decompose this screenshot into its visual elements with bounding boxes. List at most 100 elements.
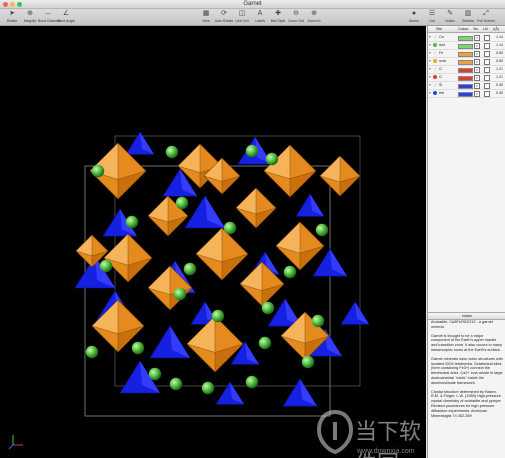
column-header[interactable]: Vis — [473, 27, 478, 31]
label-checkbox[interactable] — [484, 83, 490, 89]
atom-table-header: Site Colour Vis Lbl r(Å) — [428, 26, 505, 33]
color-swatch[interactable] — [458, 92, 473, 97]
visible-checkbox[interactable]: ✓ — [474, 35, 480, 41]
ca-sphere — [85, 345, 99, 359]
atom-row[interactable]: ▾ Si ✓ 0.40 — [428, 82, 505, 90]
labels-button[interactable]: A Labels — [250, 10, 270, 24]
atom-radius[interactable]: 0.69 — [496, 59, 503, 63]
atom-row[interactable]: ▾ O ✓ 1.21 — [428, 66, 505, 74]
crystal-structure-render[interactable] — [0, 26, 426, 458]
disclosure-triangle-icon[interactable]: ▾ — [429, 75, 431, 79]
zoom-in-button[interactable]: ⊕ Zoom In — [304, 10, 324, 24]
select-arrow-button[interactable]: ➤ Rotate — [2, 10, 22, 24]
atom-radius[interactable]: 1.21 — [496, 67, 503, 71]
watermark: 当下软件园 www.downxia.com — [315, 406, 425, 458]
label-checkbox[interactable] — [484, 91, 490, 97]
label-checkbox[interactable] — [484, 43, 490, 49]
label-checkbox[interactable] — [484, 35, 490, 41]
visible-checkbox[interactable]: ✓ — [474, 59, 480, 65]
ca-sphere — [183, 262, 197, 276]
ca-sphere — [125, 215, 139, 229]
toolbar-label: Zoom In — [307, 19, 321, 23]
disclosure-triangle-icon[interactable]: ▾ — [429, 91, 431, 95]
atom-radius[interactable]: 1.21 — [496, 75, 503, 79]
label-checkbox[interactable] — [484, 51, 490, 57]
atom-row[interactable]: ▾ tetr ✓ 0.40 — [428, 90, 505, 98]
toolbar-label: Atoms — [409, 19, 419, 23]
atoms-button[interactable]: ● Atoms — [404, 10, 424, 24]
disclosure-triangle-icon[interactable]: ▾ — [429, 43, 431, 47]
visible-checkbox[interactable]: ✓ — [474, 83, 480, 89]
atom-radius[interactable]: 1.14 — [496, 43, 503, 47]
atom-row[interactable]: ▾ Fe ✓ 0.69 — [428, 50, 505, 58]
color-swatch[interactable] — [458, 68, 473, 73]
notes-paragraph: Crystal structure determined by Hazen, R… — [431, 389, 502, 418]
color-swatch[interactable] — [458, 52, 473, 57]
atom-row[interactable]: ▾ octa ✓ 0.69 — [428, 58, 505, 66]
atom-name: dod — [439, 43, 445, 47]
atom-radius[interactable]: 1.14 — [496, 35, 503, 39]
lists-button[interactable]: ☰ List — [422, 10, 442, 24]
visible-checkbox[interactable]: ✓ — [474, 43, 480, 49]
toolbar-label: Bond Distance — [38, 19, 61, 23]
sidebar-button[interactable]: ▥ Sidebar — [458, 10, 478, 24]
ca-sphere — [211, 309, 225, 323]
label-checkbox[interactable] — [484, 75, 490, 81]
ca-sphere — [201, 381, 215, 395]
label-checkbox[interactable] — [484, 67, 490, 73]
atom-row[interactable]: ▾ dod ✓ 1.14 — [428, 42, 505, 50]
label-checkbox[interactable] — [484, 59, 490, 65]
zoom-button[interactable]: ⊕ Magnify — [20, 10, 40, 24]
column-header[interactable]: Colour — [458, 27, 469, 31]
ca-sphere — [91, 164, 105, 178]
atom-color-dot — [433, 83, 437, 87]
column-header[interactable]: Lbl — [483, 27, 488, 31]
ca-sphere — [169, 377, 183, 391]
disclosure-triangle-icon[interactable]: ▾ — [429, 51, 431, 55]
column-header[interactable]: r(Å) — [493, 27, 499, 31]
window-title: Garnet — [243, 1, 262, 7]
ca-sphere — [223, 221, 237, 235]
zoom-out-button[interactable]: ⊖ Zoom Out — [286, 10, 306, 24]
zoom-icon: ⊕ — [27, 10, 33, 17]
watermark-logo-icon — [317, 410, 353, 454]
color-swatch[interactable] — [458, 36, 473, 41]
atom-row[interactable]: ▾ Ca ✓ 1.14 — [428, 34, 505, 42]
disclosure-triangle-icon[interactable]: ▾ — [429, 35, 431, 39]
auto-rotate-button[interactable]: ⟳ Auto Rotate — [214, 10, 234, 24]
atom-radius[interactable]: 0.69 — [496, 51, 503, 55]
atom-color-dot — [433, 51, 437, 55]
visible-checkbox[interactable]: ✓ — [474, 75, 480, 81]
visible-checkbox[interactable]: ✓ — [474, 91, 480, 97]
crystal-viewport[interactable]: 当下软件园 www.downxia.com — [0, 26, 426, 458]
atom-radius[interactable]: 0.40 — [496, 91, 503, 95]
color-swatch[interactable] — [458, 60, 473, 65]
full-screen-button[interactable]: ⤢ Full Screen — [476, 10, 496, 24]
atom-radius[interactable]: 0.40 — [496, 83, 503, 87]
atom-row[interactable]: ▾ O ✓ 1.21 — [428, 74, 505, 82]
color-swatch[interactable] — [458, 84, 473, 89]
toolbar-label: Unit Cell — [235, 19, 249, 23]
atom-name: tetr — [439, 91, 445, 95]
notes-text[interactable]: Andradite, Ca3Fe2Si3O12 - a garnet miner… — [431, 320, 503, 455]
ca-sphere — [311, 314, 325, 328]
disclosure-triangle-icon[interactable]: ▾ — [429, 67, 431, 71]
notes-paragraph: Andradite, Ca3Fe2Si3O12 - a garnet miner… — [431, 320, 493, 329]
visible-checkbox[interactable]: ✓ — [474, 51, 480, 57]
disclosure-triangle-icon[interactable]: ▾ — [429, 59, 431, 63]
color-swatch[interactable] — [458, 44, 473, 49]
column-header[interactable]: Site — [436, 27, 442, 31]
ca-sphere — [165, 145, 179, 159]
bond-angle-button[interactable]: ∠ Bond Angle — [56, 10, 76, 24]
title-bar: Garnet — [0, 0, 505, 9]
ball-style-button[interactable]: ✚ Ball Style — [268, 10, 288, 24]
toolbar-label: Notes — [445, 19, 455, 23]
visible-checkbox[interactable]: ✓ — [474, 67, 480, 73]
view-button[interactable]: ▦ View — [196, 10, 216, 24]
toolbar-label: Full Screen — [477, 19, 495, 23]
unit-cell-button[interactable]: ◫ Unit Cell — [232, 10, 252, 24]
notes-button[interactable]: ✎ Notes — [440, 10, 460, 24]
color-swatch[interactable] — [458, 76, 473, 81]
bond-distance-button[interactable]: ↔ Bond Distance — [38, 10, 61, 24]
disclosure-triangle-icon[interactable]: ▾ — [429, 83, 431, 87]
